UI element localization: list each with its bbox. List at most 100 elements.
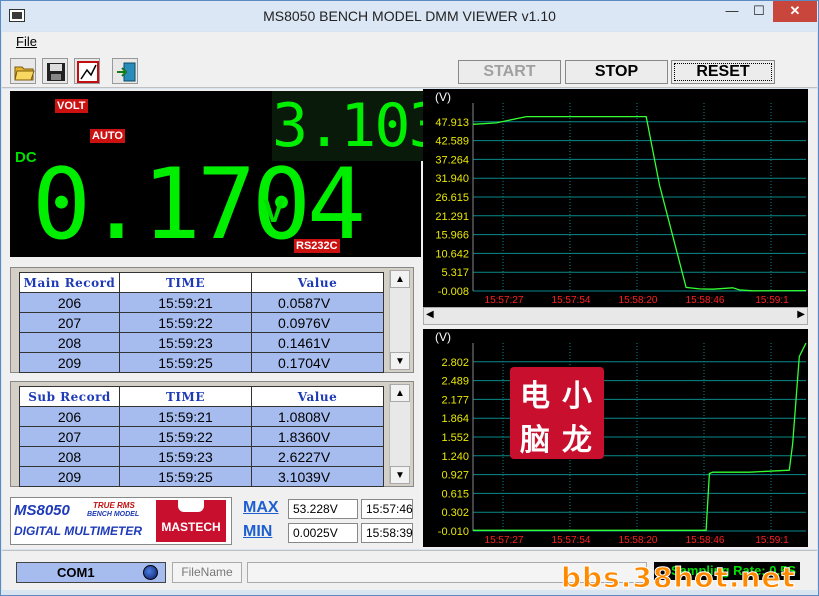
brand-mark-icon — [178, 500, 204, 512]
record-time: 15:59:22 — [119, 312, 252, 333]
x-tick-label: 15:59:1 — [755, 535, 789, 546]
com-port-field[interactable]: COM1 — [16, 562, 166, 583]
stamp-char: 小 — [562, 379, 592, 414]
x-tick-label: 15:59:1 — [755, 295, 789, 306]
scroll-down-arrow-icon[interactable]: ▼ — [390, 466, 410, 484]
y-tick-label: -0.010 — [438, 526, 469, 538]
scroll-up-arrow-icon[interactable]: ▲ — [390, 270, 410, 288]
x-tick-label: 15:58:46 — [686, 535, 725, 546]
brand-name: MASTECH — [156, 520, 226, 534]
scroll-right-arrow-icon[interactable]: ▶ — [797, 309, 805, 320]
record-value: 3.1039V — [251, 466, 384, 487]
stamp-char: 电 — [520, 379, 550, 414]
start-button[interactable]: START — [458, 60, 561, 84]
open-folder-icon[interactable] — [10, 58, 36, 84]
table-row[interactable]: 209 15:59:25 0.1704V — [19, 352, 384, 373]
window-title: MS8050 BENCH MODEL DMM VIEWER v1.10 — [263, 8, 556, 24]
column-header: TIME — [119, 386, 252, 407]
exit-icon[interactable] — [112, 58, 138, 84]
y-tick-label: 42.589 — [435, 136, 469, 148]
record-time: 15:59:21 — [119, 292, 252, 313]
sub-trend-plot: (V) 2.802 2.489 2.177 1.864 1.552 1.240 0.927 0.… — [435, 330, 807, 546]
record-index: 207 — [19, 426, 120, 447]
stop-button[interactable]: STOP — [565, 60, 668, 84]
min-time: 15:58:39 — [361, 523, 413, 543]
record-time: 15:59:25 — [119, 466, 252, 487]
y-tick-label: 26.615 — [435, 192, 469, 204]
scroll-left-arrow-icon[interactable]: ◀ — [426, 309, 434, 320]
maximize-button[interactable]: ☐ — [746, 1, 772, 22]
column-header: TIME — [119, 272, 252, 293]
column-header: Value — [251, 386, 384, 407]
x-tick-label: 15:58:20 — [619, 295, 658, 306]
stamp-char: 龙 — [562, 423, 592, 458]
close-button[interactable]: ✕ — [773, 1, 817, 22]
x-tick-label: 15:57:54 — [552, 295, 591, 306]
x-tick-label: 15:57:27 — [485, 295, 524, 306]
record-time: 15:59:22 — [119, 426, 252, 447]
table-header-row: Sub Record TIME Value — [19, 386, 384, 407]
y-tick-label: 0.302 — [441, 507, 469, 519]
table-row[interactable]: 207 15:59:22 0.0976V — [19, 312, 384, 333]
y-axis-label: (V) — [435, 90, 451, 104]
record-value: 1.8360V — [251, 426, 384, 447]
record-index: 207 — [19, 312, 120, 333]
y-tick-label: 2.177 — [441, 394, 469, 406]
table-header-row: Main Record TIME Value — [19, 272, 384, 293]
series-line — [472, 115, 807, 292]
sub-record-scrollbar[interactable]: ▲ ▼ — [389, 384, 410, 484]
x-tick-label: 15:58:46 — [686, 295, 725, 306]
main-record-panel: Main Record TIME Value 206 15:59:21 0.05… — [10, 267, 414, 373]
scroll-down-arrow-icon[interactable]: ▼ — [390, 352, 410, 370]
mastech-logo: MS8050 TRUE RMS BENCH MODEL DIGITAL MULT… — [10, 497, 232, 545]
table-row[interactable]: 207 15:59:22 1.8360V — [19, 426, 384, 447]
record-value: 1.0808V — [251, 406, 384, 427]
table-row[interactable]: 206 15:59:21 0.0587V — [19, 292, 384, 313]
table-row[interactable]: 209 15:59:25 3.1039V — [19, 466, 384, 487]
filename-button[interactable]: FileName — [172, 562, 242, 583]
y-tick-label: 31.940 — [435, 173, 469, 185]
record-index: 209 — [19, 466, 120, 487]
table-row[interactable]: 208 15:59:23 0.1461V — [19, 332, 384, 353]
title-bar: MS8050 BENCH MODEL DMM VIEWER v1.10 — ☐ … — [1, 1, 818, 31]
record-time: 15:59:25 — [119, 352, 252, 373]
min-value: 0.0025V — [288, 523, 358, 543]
logo-model: MS8050 — [14, 502, 70, 519]
record-index: 206 — [19, 406, 120, 427]
table-row[interactable]: 206 15:59:21 1.0808V — [19, 406, 384, 427]
y-tick-label: 2.489 — [441, 376, 469, 388]
max-label: MAX — [243, 499, 279, 516]
logo-bench: BENCH MODEL — [87, 511, 140, 518]
save-icon[interactable] — [42, 58, 68, 84]
logo-digital: DIGITAL MULTIMETER — [14, 524, 142, 538]
main-area: VOLT AUTO DC 3.1039 0.1704 V RS232C Main… — [2, 89, 817, 549]
logo-true-rms: TRUE RMS — [93, 501, 135, 510]
x-tick-label: 15:57:54 — [552, 535, 591, 546]
minimize-button[interactable]: — — [719, 1, 745, 22]
main-trend-plot: (V) 47.913 42.589 37.264 31.940 26.615 21.291 1… — [435, 90, 807, 306]
scroll-up-arrow-icon[interactable]: ▲ — [390, 384, 410, 402]
table-row[interactable]: 208 15:59:23 2.6227V — [19, 446, 384, 467]
menu-file[interactable]: File — [16, 34, 37, 49]
y-tick-label: 0.927 — [441, 470, 469, 482]
record-index: 208 — [19, 332, 120, 353]
watermark-text: bbs.38hot.net — [561, 561, 796, 595]
chart-horizontal-scrollbar[interactable]: ◀ ▶ — [423, 307, 808, 325]
main-record-table: Main Record TIME Value 206 15:59:21 0.05… — [19, 272, 384, 373]
main-record-scrollbar[interactable]: ▲ ▼ — [389, 270, 410, 370]
sub-record-panel: Sub Record TIME Value 206 15:59:21 1.080… — [10, 381, 414, 487]
min-label: MIN — [243, 523, 273, 540]
chart-icon[interactable] — [74, 58, 100, 84]
record-index: 209 — [19, 352, 120, 373]
brand-badge: MASTECH — [156, 500, 226, 542]
record-time: 15:59:23 — [119, 332, 252, 353]
watermark-stamp: 电 小 脑 龙 — [510, 367, 604, 459]
main-trend-chart: (V) 47.913 42.589 37.264 31.940 26.615 21.291 1… — [423, 89, 808, 307]
record-value: 0.1704V — [251, 352, 384, 373]
record-value: 0.0587V — [251, 292, 384, 313]
volt-indicator: VOLT — [55, 99, 88, 113]
reset-button[interactable]: RESET — [671, 60, 775, 84]
x-tick-label: 15:57:27 — [485, 535, 524, 546]
y-tick-label: 47.913 — [435, 117, 469, 129]
toolbar: START STOP RESET — [2, 52, 817, 88]
